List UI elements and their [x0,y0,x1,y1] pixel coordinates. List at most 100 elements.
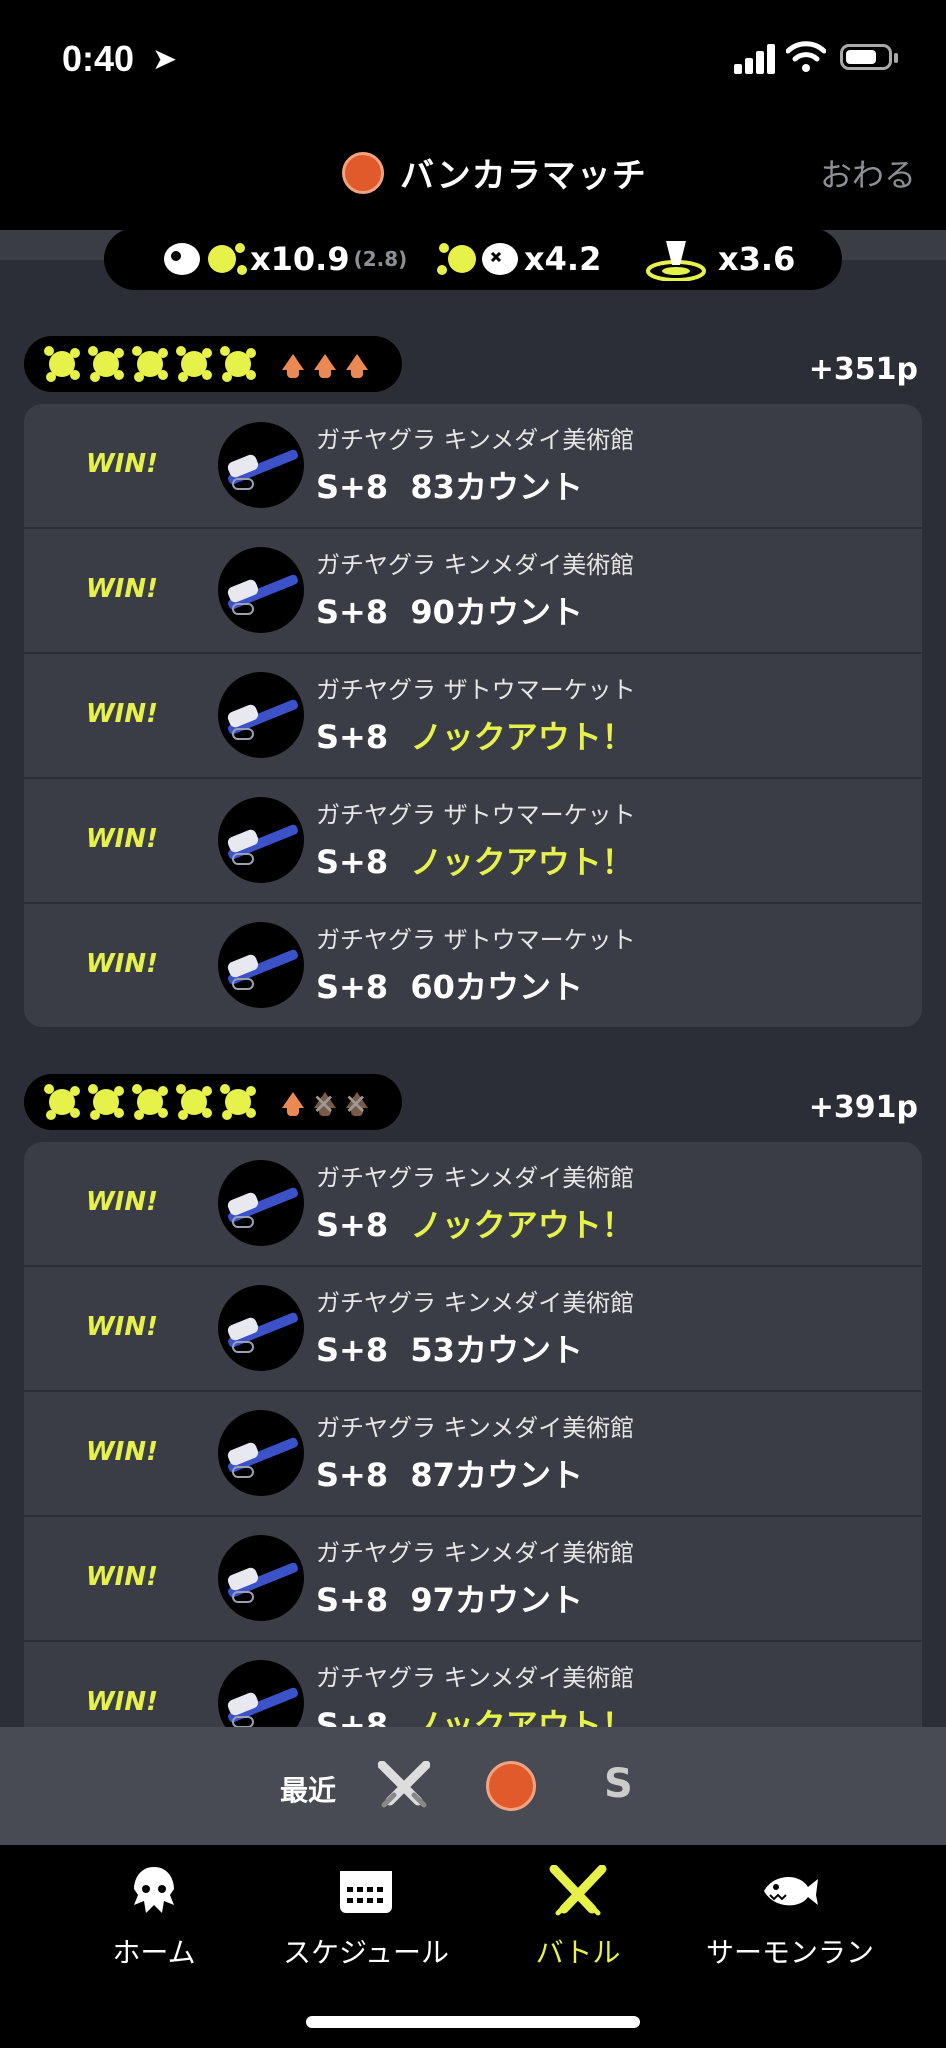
win-splat-icon [176,1084,212,1120]
battle-result: S+8 ノックアウト！ [316,718,634,756]
series-header: ✕ ✕ [24,1074,402,1130]
win-label: WIN! [86,1687,158,1717]
battle-row[interactable]: WIN! ガチヤグラ キンメダイ美術館 S+8 87カウント [24,1392,922,1517]
death-value: x4.2 [524,240,602,278]
series-card: WIN! ガチヤグラ キンメダイ美術館 S+8 83カウント WIN! ガチヤグ… [24,404,922,1027]
status-time: 0:40 [62,38,135,79]
weapon-icon [218,1410,304,1496]
weapon-icon [218,922,304,1008]
death-ratio: x4.2 [434,238,601,280]
tab-label: スケジュール [282,1936,450,1969]
stage-name: ガチヤグラ キンメダイ美術館 [316,1539,635,1567]
bankara-filter-icon[interactable] [486,1761,536,1811]
special-ratio: x3.6 [644,238,796,281]
header: バンカラマッチ おわる [0,120,946,230]
win-label: WIN! [86,574,158,604]
squid-life-icon [282,354,304,380]
win-splat-icon [220,346,256,382]
stage-name: ガチヤグラ ザトウマーケット [316,801,636,829]
series-card: WIN! ガチヤグラ キンメダイ美術館 S+8 ノックアウト！ WIN! ガチヤ… [24,1142,922,1765]
tab-schedule[interactable]: スケジュール [256,1865,476,1971]
wifi-icon [786,41,826,72]
all-battles-icon[interactable] [378,1761,430,1809]
squid-life-icon [346,354,368,380]
battle-row[interactable]: WIN! ガチヤグラ キンメダイ美術館 S+8 90カウント [24,529,922,654]
win-label: WIN! [86,449,158,479]
private-battle-icon[interactable]: S [604,1761,633,1807]
battle-row[interactable]: WIN! ガチヤグラ キンメダイ美術館 S+8 83カウント [24,404,922,529]
home-indicator [306,2016,640,2028]
special-value: x3.6 [718,240,796,278]
splat-ratio: x10.9 (2.8) [160,238,407,280]
squid-life-icon [314,354,336,380]
win-splat-icon [132,1084,168,1120]
battle-row[interactable]: WIN! ガチヤグラ キンメダイ美術館 S+8 53カウント [24,1267,922,1392]
stage-name: ガチヤグラ キンメダイ美術館 [316,1664,635,1692]
win-label: WIN! [86,1437,158,1467]
stage-name: ガチヤグラ キンメダイ美術館 [316,1164,635,1192]
win-label: WIN! [86,824,158,854]
battle-result: S+8 90カウント [316,593,583,631]
splat-value: x10.9 [250,240,350,278]
weapon-icon [218,422,304,508]
series-points: +351p [808,352,918,387]
squid-lost-icon: ✕ [344,1088,368,1121]
location-arrow-icon: ➤ [152,42,178,77]
calendar-icon [340,1871,392,1913]
battle-row[interactable]: WIN! ガチヤグラ キンメダイ美術館 S+8 ノックアウト！ [24,1142,922,1267]
status-bar: 0:40 ➤ [0,0,946,120]
weapon-icon [218,1285,304,1371]
stage-name: ガチヤグラ キンメダイ美術館 [316,426,635,454]
battle-result: S+8 97カウント [316,1581,583,1619]
death-icon [437,243,518,275]
win-splat-icon [88,1084,124,1120]
series-header [24,336,402,392]
weapon-icon [218,547,304,633]
battle-result: S+8 83カウント [316,468,583,506]
splat-icon [164,243,247,275]
weapon-icon [218,1535,304,1621]
tab-salmon-run[interactable]: サーモンラン [680,1865,900,1971]
page-title: バンカラマッチ [400,156,647,196]
tab-home[interactable]: ホーム [44,1865,264,1971]
tab-label: ホーム [112,1936,196,1969]
win-label: WIN! [86,1562,158,1592]
battle-result: S+8 60カウント [316,968,583,1006]
squid-life-icon [282,1092,304,1118]
stage-name: ガチヤグラ キンメダイ美術館 [316,1289,635,1317]
win-label: WIN! [86,949,158,979]
tab-battle[interactable]: バトル [468,1864,688,1971]
win-splat-icon [44,346,80,382]
battle-row[interactable]: WIN! ガチヤグラ ザトウマーケット S+8 ノックアウト！ [24,654,922,779]
cellular-signal-icon [734,42,776,74]
salmon-icon [764,1876,818,1906]
weapon-icon [218,672,304,758]
stage-name: ガチヤグラ ザトウマーケット [316,676,636,704]
battle-result: S+8 ノックアウト！ [316,1206,634,1244]
battle-row[interactable]: WIN! ガチヤグラ ザトウマーケット S+8 60カウント [24,904,922,1027]
tab-label: バトル [535,1936,621,1969]
special-icon [646,241,706,281]
win-splat-icon [132,346,168,382]
stage-name: ガチヤグラ キンメダイ美術館 [316,1414,635,1442]
tab-label: サーモンラン [705,1936,874,1969]
assist-value: (2.8) [353,247,408,271]
close-button[interactable]: おわる [820,150,916,196]
weapon-icon [218,797,304,883]
battle-row[interactable]: WIN! ガチヤグラ キンメダイ美術館 S+8 97カウント [24,1517,922,1642]
battle-result: S+8 87カウント [316,1456,583,1494]
win-splat-icon [88,346,124,382]
stage-name: ガチヤグラ ザトウマーケット [316,926,636,954]
battle-result: S+8 ノックアウト！ [316,843,634,881]
battle-icon [549,1864,607,1916]
weapon-icon [218,1160,304,1246]
series-points: +391p [808,1090,918,1125]
win-label: WIN! [86,699,158,729]
battery-icon [840,44,898,70]
battle-result: S+8 53カウント [316,1331,583,1369]
win-splat-icon [44,1084,80,1120]
win-splat-icon [220,1084,256,1120]
power-summary: x10.9 (2.8) x4.2 x3.6 [104,228,842,290]
squid-lost-icon: ✕ [312,1088,336,1121]
battle-row[interactable]: WIN! ガチヤグラ ザトウマーケット S+8 ノックアウト！ [24,779,922,904]
